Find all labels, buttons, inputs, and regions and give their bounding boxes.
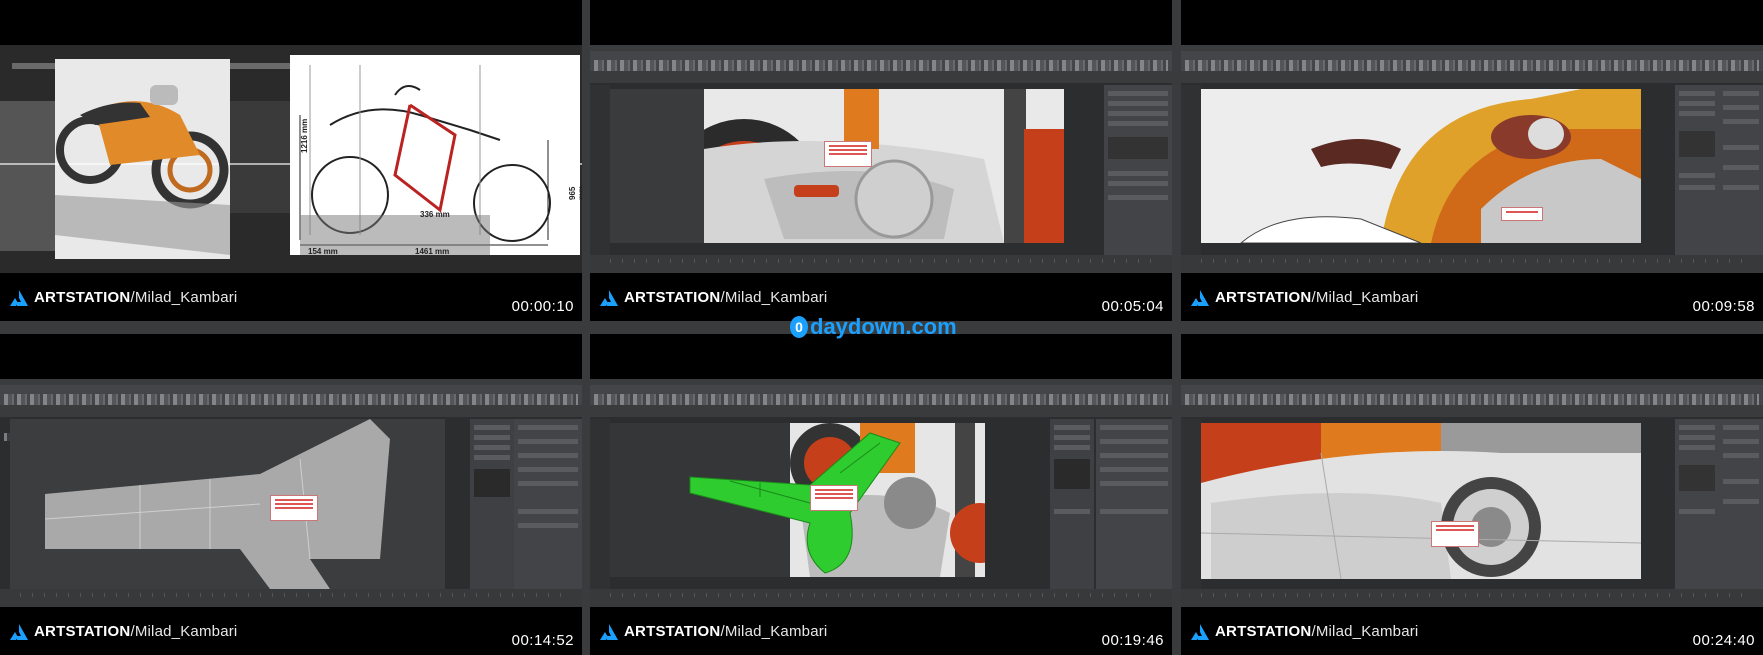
thumbnail-5[interactable]: ART STATION/Milad_Kambari 00:19:46 [590,334,1172,655]
timestamp: 00:09:58 [1692,298,1755,315]
thumbnail-2-frame [590,45,1172,273]
watermark-text: daydown.com [810,314,957,339]
daydown-watermark: 0 daydown.com [790,314,957,340]
artstation-credit: ART STATION/Milad_Kambari [1191,623,1418,640]
video-thumbnail-grid: 1216 mm 965 mm 336 mm 154 mm 1461 mm ART… [0,0,1763,655]
viewport[interactable] [610,423,985,577]
artstation-credit: ART STATION/Milad_Kambari [600,623,827,640]
thumbnail-4-frame [0,379,582,607]
artstation-credit: ART STATION/Milad_Kambari [10,623,237,640]
thumbnail-3-footer: ART STATION/Milad_Kambari 00:09:58 [1181,273,1763,321]
dim-height-b: 965 mm [568,185,582,200]
thumbnail-6-frame [1181,379,1763,607]
timestamp: 00:00:10 [511,298,574,315]
thumbnail-1-frame: 1216 mm 965 mm 336 mm 154 mm 1461 mm [0,45,582,273]
thumbnail-3-frame [1181,45,1763,273]
thumbnail-1-footer: ART STATION/Milad_Kambari 00:00:10 [0,273,582,321]
thumbnail-6-footer: ART STATION/Milad_Kambari 00:24:40 [1181,607,1763,655]
thumbnail-2[interactable]: ART STATION/Milad_Kambari 00:05:04 [590,0,1172,321]
viewport[interactable] [1201,89,1641,243]
thumbnail-4-footer: ART STATION/Milad_Kambari 00:14:52 [0,607,582,655]
viewport[interactable] [10,419,445,589]
artstation-icon [600,289,618,306]
artstation-icon [1191,289,1209,306]
artstation-icon [10,623,28,640]
dim-height-a: 1216 mm [300,118,309,153]
viewport[interactable] [1201,423,1641,579]
artstation-credit: ART STATION/Milad_Kambari [600,289,827,306]
thumbnail-5-frame [590,379,1172,607]
timestamp: 00:05:04 [1101,298,1164,315]
viewport[interactable] [704,89,1064,243]
thumbnail-3[interactable]: ART STATION/Milad_Kambari 00:09:58 [1181,0,1763,321]
thumbnail-6[interactable]: ART STATION/Milad_Kambari 00:24:40 [1181,334,1763,655]
artstation-icon [10,289,28,306]
artstation-credit: ART STATION/Milad_Kambari [10,289,237,306]
reference-blueprint [0,45,582,273]
timestamp: 00:24:40 [1692,632,1755,649]
artstation-icon [1191,623,1209,640]
daydown-logo-icon: 0 [790,316,808,338]
dim-base-right: 1461 mm [415,247,450,256]
timestamp: 00:19:46 [1101,632,1164,649]
thumbnail-5-footer: ART STATION/Milad_Kambari 00:19:46 [590,607,1172,655]
artstation-icon [600,623,618,640]
artstation-credit: ART STATION/Milad_Kambari [1191,289,1418,306]
thumbnail-4[interactable]: ART STATION/Milad_Kambari 00:14:52 [0,334,582,655]
dim-base-left: 154 mm [308,247,338,256]
timestamp: 00:14:52 [511,632,574,649]
thumbnail-1[interactable]: 1216 mm 965 mm 336 mm 154 mm 1461 mm ART… [0,0,582,321]
dim-mid: 336 mm [420,210,450,219]
